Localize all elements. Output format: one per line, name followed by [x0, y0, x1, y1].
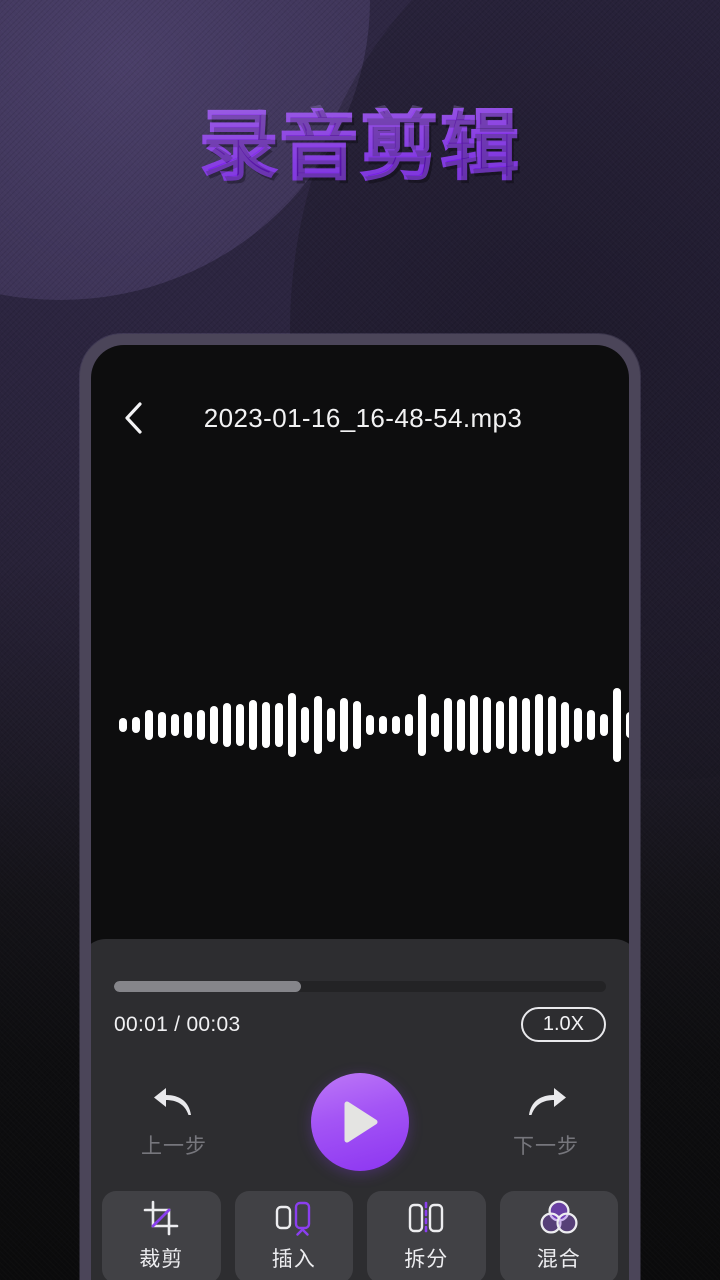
waveform-area[interactable]	[91, 600, 629, 850]
redo-arrow-icon	[529, 1088, 566, 1115]
waveform-bar	[119, 718, 127, 732]
tool-split-label: 拆分	[404, 1248, 449, 1271]
poster-title: 录音剪辑	[198, 101, 521, 190]
waveform-bar	[457, 699, 465, 751]
waveform-bar	[366, 715, 374, 735]
file-name-title: 2023-01-16_16-48-54.mp3	[203, 402, 523, 433]
tool-crop[interactable]: 裁剪	[102, 1191, 221, 1280]
insert-icon-wrap	[274, 1201, 314, 1236]
waveform-bar	[275, 703, 283, 747]
waveform-bar	[158, 712, 166, 738]
redo-button[interactable]: 下一步	[486, 1084, 606, 1160]
time-row: 00:01 / 00:03 1.0X	[114, 1007, 606, 1042]
waveform-bar	[249, 700, 257, 750]
waveform-bar	[379, 716, 387, 734]
waveform-bar	[470, 695, 478, 755]
promo-poster: 录音剪辑 2023-01-16_16-48-54.mp3 00:01 / 00:…	[0, 0, 720, 1280]
tool-crop-label: 裁剪	[139, 1248, 184, 1271]
insert-icon	[275, 1201, 310, 1236]
progress-track[interactable]	[114, 981, 606, 992]
phone-screen: 2023-01-16_16-48-54.mp3 00:01 / 00:03 1.…	[91, 345, 629, 1280]
waveform-bar	[288, 693, 296, 757]
tool-mix-label: 混合	[536, 1248, 581, 1271]
crop-icon-wrap	[143, 1200, 179, 1236]
tool-mix[interactable]: 混合	[499, 1191, 618, 1280]
crop-icon	[143, 1200, 179, 1236]
time-display: 00:01 / 00:03	[114, 1012, 241, 1036]
waveform-bar	[613, 688, 621, 762]
waveform-bar	[548, 696, 556, 754]
player-control-sheet: 00:01 / 00:03 1.0X 上一步 下一步 裁剪 插入 拆分 混合	[91, 939, 629, 1280]
waveform-bar	[301, 707, 309, 743]
waveform-bar	[574, 708, 582, 742]
waveform-bar	[405, 714, 413, 736]
waveform-bars[interactable]	[91, 600, 629, 850]
waveform-bar	[184, 712, 192, 738]
waveform-bar	[418, 694, 426, 756]
waveform-bar	[483, 697, 491, 753]
chevron-left-icon	[125, 402, 142, 434]
waveform-bar	[509, 696, 517, 754]
tool-split[interactable]: 拆分	[367, 1191, 486, 1280]
app-bar: 2023-01-16_16-48-54.mp3	[91, 391, 629, 445]
waveform-bar	[600, 714, 608, 736]
waveform-bar	[262, 702, 270, 748]
undo-button[interactable]: 上一步	[114, 1084, 234, 1160]
waveform-bar	[444, 698, 452, 752]
redo-label: 下一步	[513, 1135, 579, 1158]
progress-fill	[114, 981, 301, 992]
split-icon	[409, 1201, 444, 1235]
waveform-bar	[236, 704, 244, 746]
progress-section: 00:01 / 00:03 1.0X	[114, 981, 606, 1042]
undo-label: 上一步	[141, 1135, 207, 1158]
playback-speed-button[interactable]: 1.0X	[520, 1007, 606, 1042]
play-triangle-icon	[344, 1101, 378, 1143]
waveform-bar	[561, 702, 569, 748]
waveform-bar	[327, 708, 335, 742]
undo-arrow-icon	[154, 1088, 191, 1115]
waveform-bar	[535, 694, 543, 756]
transport-controls: 上一步 下一步	[114, 1067, 606, 1177]
phone-mockup: 2023-01-16_16-48-54.mp3 00:01 / 00:03 1.…	[80, 334, 640, 1280]
waveform-bar	[197, 710, 205, 740]
waveform-bar	[431, 713, 439, 737]
tool-bar: 裁剪 插入 拆分 混合	[102, 1191, 618, 1280]
tool-insert-label: 插入	[271, 1248, 316, 1271]
waveform-bar	[496, 701, 504, 749]
waveform-bar	[223, 703, 231, 747]
mix-icon-wrap	[540, 1200, 578, 1235]
waveform-bar	[522, 698, 530, 752]
waveform-bar	[132, 717, 140, 733]
waveform-bar	[353, 701, 361, 749]
waveform-bar	[587, 710, 595, 740]
back-button[interactable]	[113, 398, 153, 438]
mix-icon	[540, 1200, 578, 1234]
split-icon-wrap	[407, 1201, 445, 1235]
waveform-bar	[145, 710, 153, 740]
waveform-bar	[314, 696, 322, 754]
waveform-bar	[210, 706, 218, 744]
waveform-bar	[626, 712, 629, 738]
play-button[interactable]	[311, 1073, 409, 1171]
poster-title-wrap: 录音剪辑	[0, 101, 720, 190]
tool-insert[interactable]: 插入	[234, 1191, 353, 1280]
waveform-bar	[392, 716, 400, 734]
waveform-bar	[340, 698, 348, 752]
waveform-bar	[171, 714, 179, 736]
